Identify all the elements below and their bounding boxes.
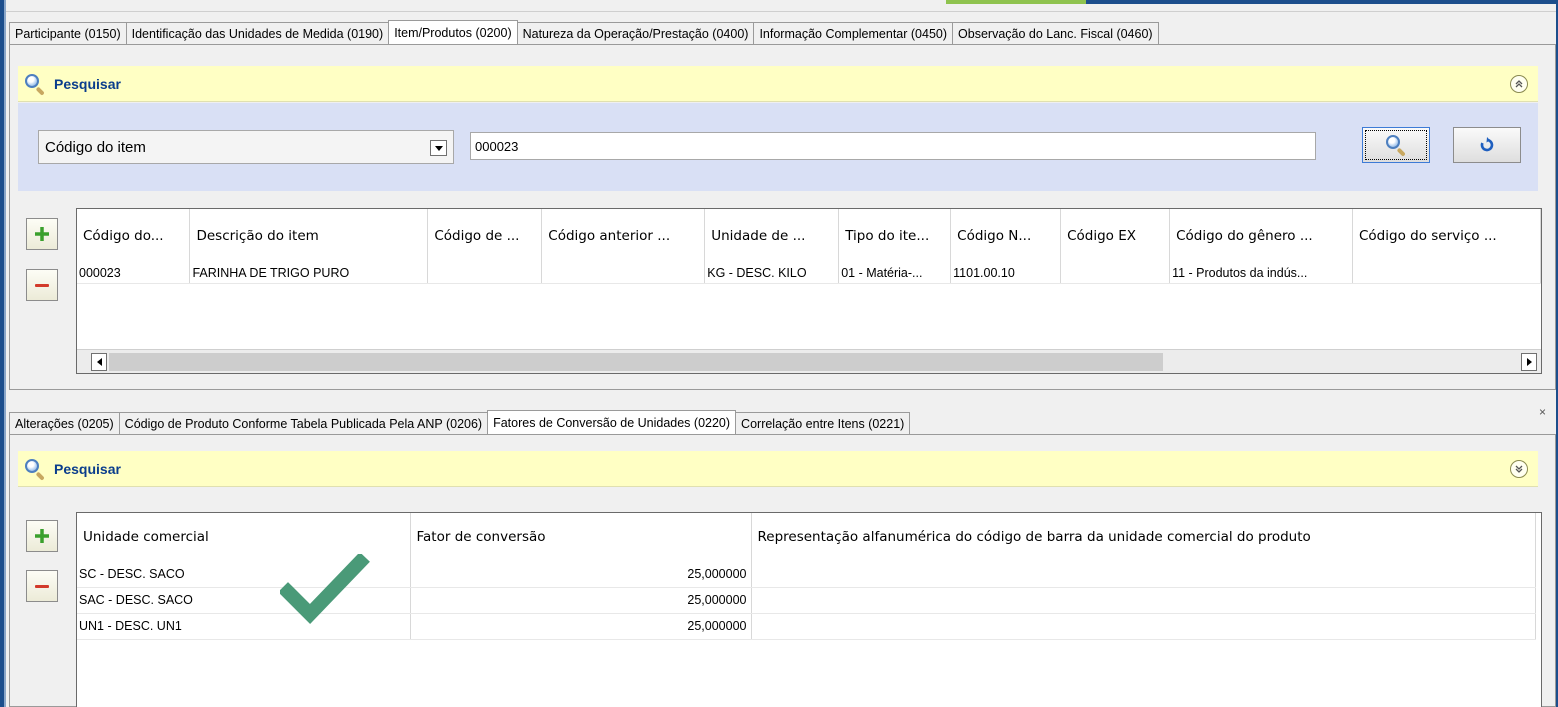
- cell-fator[interactable]: 25,000000: [410, 613, 752, 640]
- add-conversion-button[interactable]: [26, 520, 58, 552]
- cell-codigo-barra[interactable]: [751, 613, 1536, 640]
- cell-codigo[interactable]: 000023: [77, 263, 191, 284]
- plus-icon: [35, 529, 49, 543]
- refresh-icon: [1480, 137, 1494, 152]
- tab-alteracoes[interactable]: Alterações (0205): [9, 412, 120, 434]
- cell-descricao[interactable]: FARINHA DE TRIGO PURO: [189, 263, 429, 284]
- cell-fator[interactable]: 25,000000: [410, 561, 752, 588]
- close-icon[interactable]: ×: [1539, 405, 1546, 419]
- column-header[interactable]: Código do serviço ...: [1352, 209, 1541, 263]
- scroll-left-icon[interactable]: [91, 353, 107, 371]
- add-item-button[interactable]: [26, 218, 58, 250]
- items-horizontal-scrollbar[interactable]: [77, 349, 1541, 373]
- search-button[interactable]: [1362, 127, 1430, 163]
- search-icon: [1385, 134, 1407, 157]
- minus-icon: [35, 584, 49, 588]
- column-header[interactable]: Código do gênero ...: [1169, 209, 1353, 263]
- cell-codigo-barra[interactable]: [427, 263, 543, 284]
- cell-tipo[interactable]: 01 - Matéria-...: [838, 263, 952, 284]
- column-header[interactable]: Tipo do ite...: [838, 209, 952, 263]
- bottom-tab-bar: Alterações (0205) Código de Produto Conf…: [9, 410, 911, 434]
- column-header[interactable]: Representação alfanumérica do código de …: [751, 513, 1536, 561]
- plus-icon: [35, 227, 49, 241]
- tab-natureza-operacao[interactable]: Natureza da Operação/Prestação (0400): [516, 22, 755, 44]
- search-icon: [24, 458, 46, 481]
- cell-codigo-barra[interactable]: [751, 561, 1536, 588]
- tab-item-produtos[interactable]: Item/Produtos (0200): [388, 20, 518, 44]
- tab-informacao-complementar[interactable]: Informação Complementar (0450): [753, 22, 954, 44]
- column-header[interactable]: Código EX: [1060, 209, 1171, 263]
- search-bar-bottom[interactable]: Pesquisar: [18, 451, 1538, 487]
- tab-fatores-conversao[interactable]: Fatores de Conversão de Unidades (0220): [487, 410, 737, 434]
- window-frame-left: [0, 0, 6, 707]
- cell-ncm[interactable]: 1101.00.10: [950, 263, 1062, 284]
- dropdown-arrow-icon[interactable]: [430, 140, 447, 156]
- remove-item-button[interactable]: [26, 269, 58, 301]
- search-value-input[interactable]: 000023: [470, 132, 1316, 160]
- tab-codigo-anp[interactable]: Código de Produto Conforme Tabela Public…: [118, 412, 489, 434]
- cell-genero[interactable]: 11 - Produtos da indús...: [1169, 263, 1353, 284]
- items-grid-header: Código do... Descrição do item Código de…: [77, 209, 1541, 263]
- column-header[interactable]: Descrição do item: [189, 209, 429, 263]
- checkmark-icon: [280, 554, 370, 624]
- column-header[interactable]: Código anterior ...: [541, 209, 706, 263]
- cell-unidade[interactable]: KG - DESC. KILO: [704, 263, 840, 284]
- column-header[interactable]: Unidade de ...: [704, 209, 840, 263]
- search-title: Pesquisar: [54, 75, 121, 92]
- column-header[interactable]: Fator de conversão: [410, 513, 752, 561]
- search-bar-top[interactable]: Pesquisar: [18, 66, 1538, 102]
- cell-fator[interactable]: 25,000000: [410, 587, 752, 614]
- scroll-right-icon[interactable]: [1521, 353, 1537, 371]
- table-row[interactable]: 000023 FARINHA DE TRIGO PURO KG - DESC. …: [77, 263, 1541, 284]
- column-header[interactable]: Código de ...: [427, 209, 543, 263]
- search-field-value: Código do item: [45, 138, 146, 156]
- tab-correlacao-itens[interactable]: Correlação entre Itens (0221): [735, 412, 911, 434]
- search-value-text: 000023: [475, 138, 519, 154]
- cell-codigo-ex[interactable]: [1060, 263, 1171, 284]
- cell-codigo-barra[interactable]: [751, 587, 1536, 614]
- double-chevron-down-icon[interactable]: [1510, 459, 1528, 478]
- minus-icon: [35, 283, 49, 287]
- scroll-thumb[interactable]: [109, 353, 1163, 371]
- search-title: Pesquisar: [54, 460, 121, 477]
- tab-participante[interactable]: Participante (0150): [9, 22, 127, 44]
- column-header[interactable]: Código N...: [950, 209, 1062, 263]
- tab-observacao-lanc-fiscal[interactable]: Observação do Lanc. Fiscal (0460): [952, 22, 1159, 44]
- refresh-button[interactable]: [1453, 127, 1521, 163]
- top-tab-bar: Participante (0150) Identificação das Un…: [9, 20, 1159, 44]
- double-chevron-up-icon[interactable]: [1510, 74, 1528, 93]
- search-field-select[interactable]: Código do item: [38, 130, 454, 164]
- cell-servico[interactable]: [1352, 263, 1541, 284]
- tab-unidades-medida[interactable]: Identificação das Unidades de Medida (01…: [125, 22, 390, 44]
- window-top-strip: [6, 0, 1558, 12]
- cell-codigo-anterior[interactable]: [541, 263, 706, 284]
- column-header[interactable]: Código do...: [77, 209, 191, 263]
- search-icon: [24, 73, 46, 96]
- remove-conversion-button[interactable]: [26, 570, 58, 602]
